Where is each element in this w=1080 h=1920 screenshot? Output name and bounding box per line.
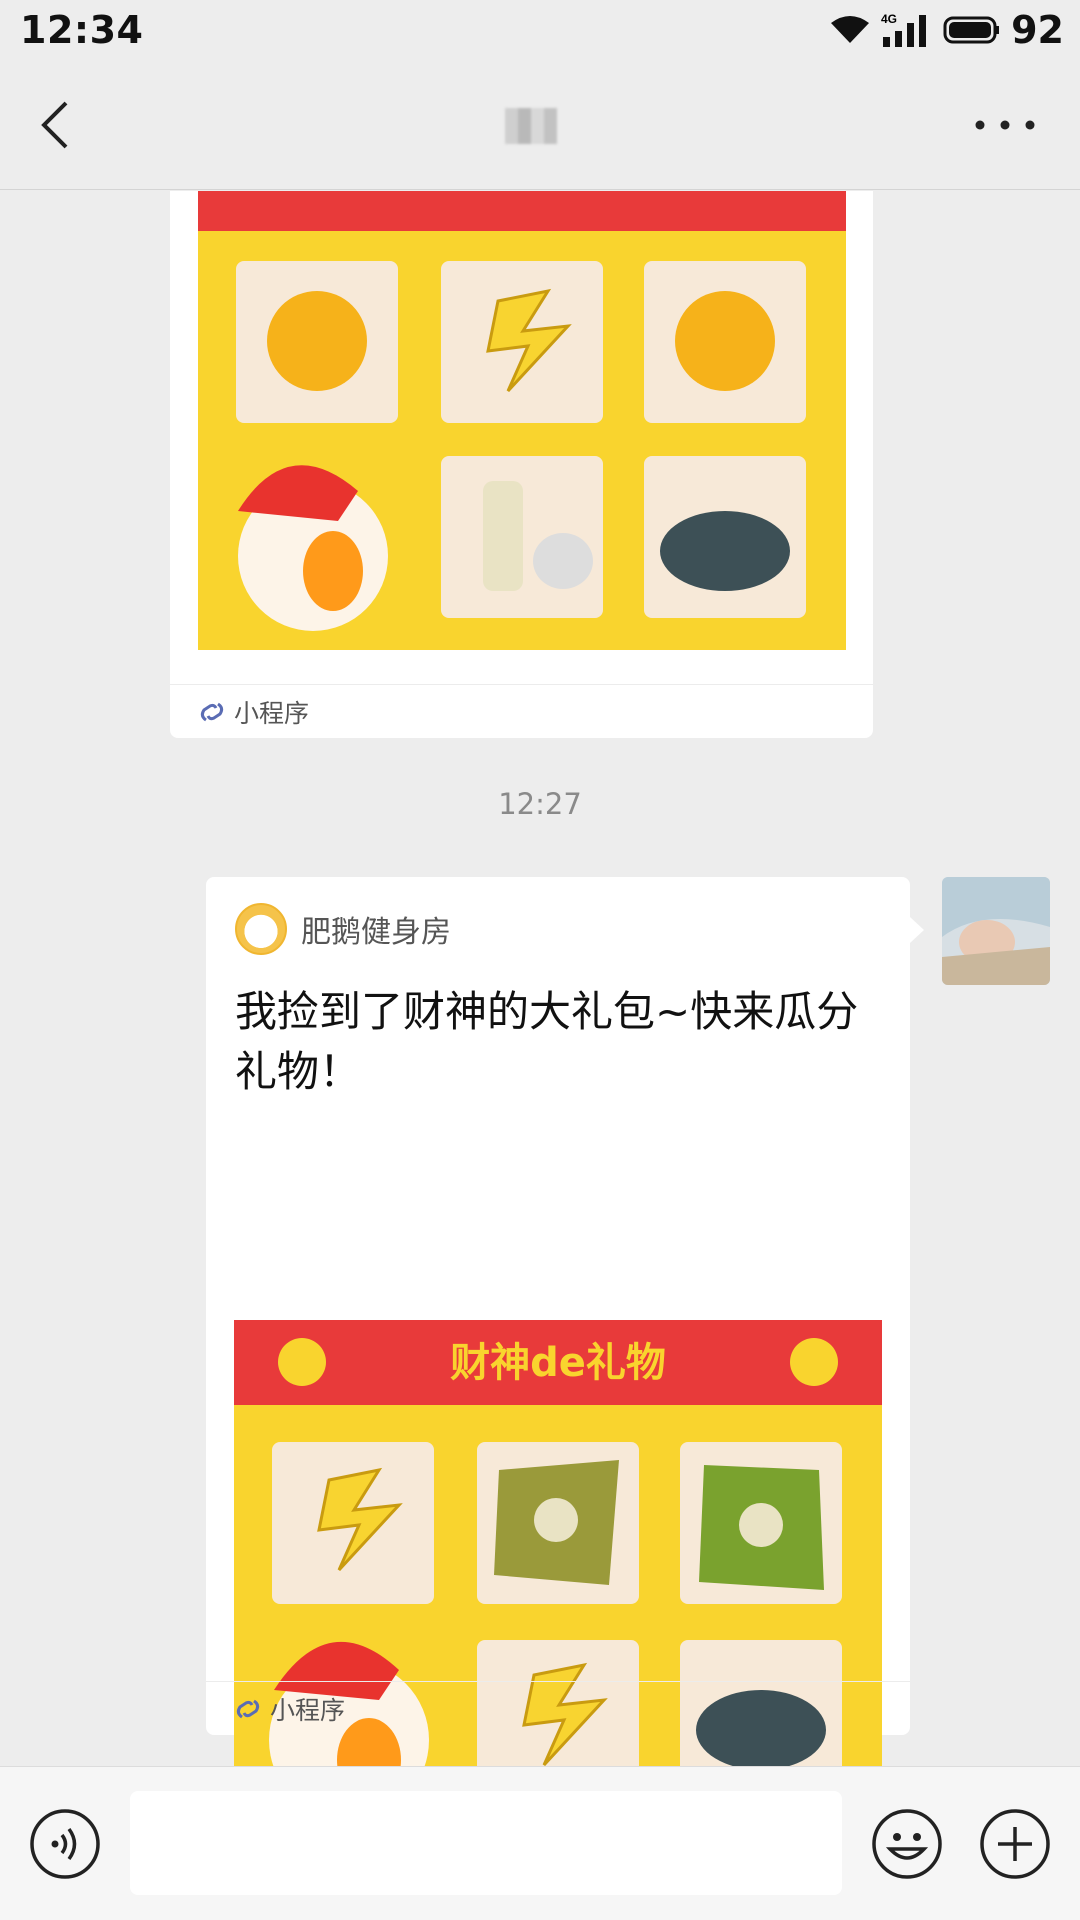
chat-nav-bar [0,60,1080,190]
gift-grid-image [198,191,846,650]
message-input[interactable] [130,1791,842,1895]
chevron-left-icon[interactable] [30,95,90,155]
user-avatar[interactable] [942,877,1050,985]
network-label: 4G [881,12,897,26]
source-row: 肥鹅健身房 [235,903,451,955]
chat-title-blurred [505,108,557,144]
signal-icon: 4G [881,12,927,47]
mini-program-footer: 小程序 [170,684,873,738]
plus-icon[interactable] [978,1807,1052,1881]
source-name: 肥鹅健身房 [301,915,451,950]
mini-program-card-previous[interactable]: 小程序 [170,191,873,738]
mini-program-icon [200,702,224,721]
input-bar [0,1766,1080,1920]
chat-area[interactable]: 小程序 12:27 肥鹅健身房 我捡到了财神的大礼包~快来瓜分礼物！ 财神de礼… [0,191,1080,1766]
status-time: 12:34 [20,8,144,52]
emoji-icon[interactable] [870,1807,944,1881]
mini-program-label: 小程序 [270,1695,346,1725]
mini-program-icon [236,1699,260,1718]
mini-program-footer: 小程序 [206,1681,910,1735]
voice-icon[interactable] [28,1807,102,1881]
battery-icon [943,16,1000,44]
card-title: 我捡到了财神的大礼包~快来瓜分礼物！ [235,987,859,1096]
status-icons: 4G 92 [829,8,1064,52]
banner-text: 财神de礼物 [450,1340,666,1386]
wifi-icon [831,16,870,43]
battery-percent: 92 [1011,8,1064,52]
more-dots-icon[interactable] [970,110,1040,140]
time-divider: 12:27 [498,787,582,821]
mini-program-label: 小程序 [234,698,310,728]
mini-program-card[interactable]: 肥鹅健身房 我捡到了财神的大礼包~快来瓜分礼物！ 财神de礼物 小程序 [206,877,924,1766]
source-avatar [235,903,287,955]
status-bar: 12:34 4G 92 [0,0,1080,60]
avatar-photo [942,877,1050,985]
